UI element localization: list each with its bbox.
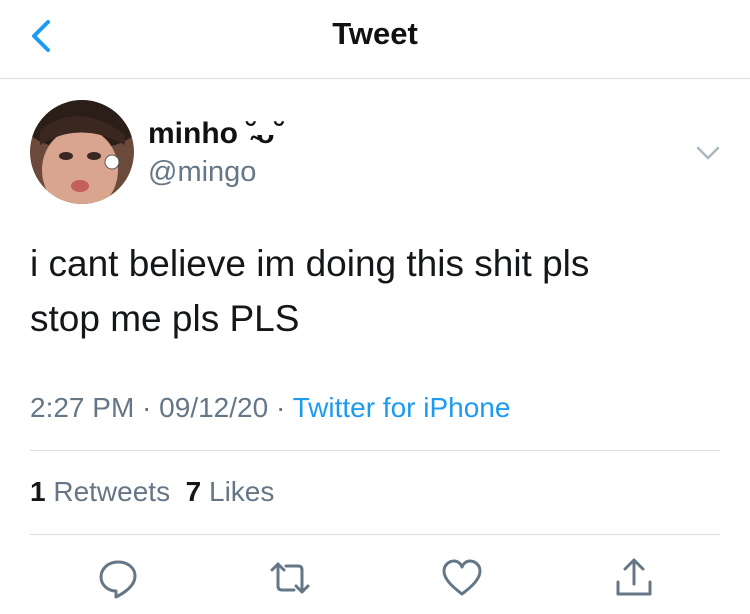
tweet-date: 09/12/20: [159, 392, 269, 423]
retweets-label: Retweets: [53, 476, 171, 507]
tweet-stats: 1 Retweets 7 Likes: [30, 476, 274, 508]
retweets-count: 1: [30, 476, 46, 507]
reply-icon[interactable]: [96, 556, 140, 600]
page-title: Tweet: [332, 16, 418, 51]
likes-stat[interactable]: 7 Likes: [186, 476, 275, 507]
tweet-text: i cant believe im doing this shit pls st…: [30, 236, 720, 346]
meta-separator: ·: [268, 392, 293, 423]
divider: [30, 534, 720, 535]
retweet-icon[interactable]: [268, 556, 312, 600]
tweet-meta: 2:27 PM · 09/12/20 · Twitter for iPhone: [30, 392, 510, 424]
likes-count: 7: [185, 476, 202, 507]
avatar[interactable]: [30, 100, 134, 204]
tweet-line-1: i cant believe im doing this shit pls: [30, 243, 590, 284]
chevron-down-icon[interactable]: [688, 135, 728, 171]
meta-separator: ·: [134, 392, 160, 423]
tweet-time: 2:27 PM: [30, 392, 135, 423]
like-icon[interactable]: [440, 556, 484, 600]
divider: [30, 450, 720, 451]
navigation-bar: Tweet: [0, 0, 750, 79]
tweet-line-2: stop me pls PLS: [30, 298, 300, 339]
tweet-source-link[interactable]: Twitter for iPhone: [293, 392, 511, 423]
likes-label: Likes: [209, 476, 275, 507]
retweets-stat[interactable]: 1 Retweets: [30, 476, 170, 507]
author-name[interactable]: minho ˘̴ᴗ˘: [148, 117, 285, 151]
author-handle[interactable]: @mingo: [148, 156, 256, 189]
share-icon[interactable]: [612, 556, 656, 600]
